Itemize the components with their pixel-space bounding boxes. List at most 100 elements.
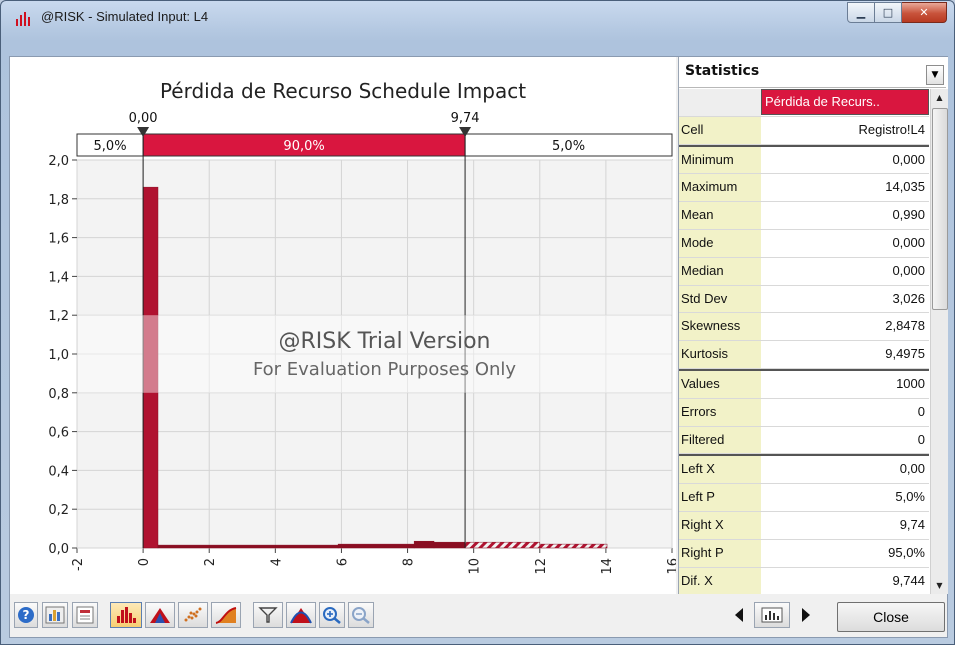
statistics-row[interactable]: Dif. X 9,744	[679, 567, 929, 594]
statistics-row-label: Right P	[679, 539, 761, 567]
statistics-row[interactable]: Minimum 0,000	[679, 144, 929, 175]
statistics-row-label: Dif. X	[679, 567, 761, 594]
left-delimiter-value: 0,00	[129, 111, 158, 126]
filter-button[interactable]	[253, 602, 283, 628]
help-icon: ?	[18, 607, 34, 623]
histogram-button[interactable]	[110, 602, 142, 628]
scroll-up-arrow-icon[interactable]: ▲	[931, 89, 948, 106]
y-tick-label: 1,8	[48, 193, 69, 208]
statistics-row[interactable]: Mode 0,000	[679, 229, 929, 258]
statistics-row-value: 0	[917, 431, 925, 447]
statistics-row-label: Cell	[679, 116, 761, 144]
close-button[interactable]: Close	[837, 602, 945, 632]
title-bar[interactable]: @RISK - Simulated Input: L4 ▁ □ ✕	[1, 1, 954, 35]
statistics-row-value: 0,990	[892, 207, 925, 223]
y-tick-label: 0,0	[48, 542, 69, 557]
statistics-row[interactable]: Right X 9,74	[679, 511, 929, 540]
statistics-row[interactable]: Mean 0,990	[679, 202, 929, 230]
y-tick-label: 0,6	[48, 426, 69, 441]
window-client: Pérdida de Recurso Schedule Impact -2 0 2 4…	[9, 56, 948, 638]
zoom-in-button[interactable]	[319, 602, 345, 628]
statistics-row-value: 9,744	[892, 572, 925, 588]
statistics-row-value: 9,74	[899, 516, 925, 532]
statistics-row[interactable]: Cell Registro!L4	[679, 116, 929, 145]
x-tick-label: 14	[600, 558, 615, 575]
statistics-header[interactable]: Statistics ▼	[679, 57, 946, 88]
y-tick-label: 1,4	[48, 270, 69, 285]
scatter-button[interactable]	[178, 602, 208, 628]
next-input-button[interactable]	[795, 602, 817, 628]
statistics-row-value: 0	[917, 403, 925, 419]
statistics-row[interactable]: Maximum 14,035	[679, 174, 929, 203]
statistics-row-value: 2,8478	[885, 318, 925, 334]
x-tick-label: -2	[71, 558, 86, 571]
density-button[interactable]	[145, 602, 175, 628]
triangle-right-icon	[802, 608, 810, 622]
statistics-row[interactable]: Left P 5,0%	[679, 484, 929, 512]
statistics-row[interactable]: Filtered 0	[679, 426, 929, 455]
cumulative-button[interactable]	[211, 602, 241, 628]
statistics-grid[interactable]: Pérdida de Recurs.. Cell Registro!L4 Minim…	[679, 89, 929, 594]
previous-input-button[interactable]	[728, 602, 750, 628]
watermark-line1: @RISK Trial Version	[278, 329, 490, 354]
maximize-button[interactable]: □	[875, 2, 902, 23]
histogram-bar	[433, 541, 466, 549]
fit-distribution-button[interactable]	[286, 602, 316, 628]
close-window-button[interactable]: ✕	[902, 2, 947, 23]
statistics-scrollbar[interactable]: ▲ ▼	[930, 89, 948, 594]
risk-window: @RISK - Simulated Input: L4 ▁ □ ✕ Pérdid…	[0, 0, 955, 645]
fit-icon	[290, 608, 312, 624]
statistics-row[interactable]: Errors 0	[679, 398, 929, 427]
y-tick-label: 1,2	[48, 309, 69, 324]
statistics-panel: Statistics ▼ Pérdida de Recurs.. Cell Reg…	[678, 57, 948, 594]
zoom-out-button[interactable]	[348, 602, 374, 628]
statistics-column-header[interactable]: Pérdida de Recurs..	[761, 89, 929, 115]
right-probability-label: 5,0%	[552, 139, 585, 154]
statistics-row[interactable]: Right P 95,0%	[679, 539, 929, 568]
browse-inputs-button[interactable]	[754, 602, 790, 628]
x-tick-label: 6	[335, 558, 350, 566]
watermark-band	[78, 315, 671, 393]
statistics-row-label: Values	[679, 370, 761, 398]
reports-button[interactable]	[42, 602, 68, 628]
minimize-button[interactable]: ▁	[847, 2, 875, 23]
triangle-left-icon	[735, 608, 743, 622]
x-tick-label: 2	[203, 558, 218, 566]
chart-panel[interactable]: Pérdida de Recurso Schedule Impact -2 0 2 4…	[10, 57, 676, 594]
statistics-row-label: Median	[679, 257, 761, 285]
histogram-bar	[157, 544, 339, 549]
y-tick-label: 2,0	[48, 154, 69, 169]
statistics-row[interactable]: Skewness 2,8478	[679, 313, 929, 342]
statistics-row[interactable]: Kurtosis 9,4975	[679, 341, 929, 369]
scroll-down-arrow-icon[interactable]: ▼	[931, 577, 948, 594]
statistics-row[interactable]: Median 0,000	[679, 257, 929, 286]
histogram-chart[interactable]: -2 0 2 4 6 8 10 12 14 16 0,0 0,2 0,4 0,6 0,8 1,0 1,2 1,4 1…	[10, 57, 676, 594]
y-tick-label: 0,4	[48, 464, 69, 479]
statistics-row-label: Mean	[679, 202, 761, 229]
maximize-icon: □	[882, 6, 894, 19]
x-tick-label: 0	[137, 558, 152, 566]
statistics-title: Statistics	[685, 63, 760, 79]
scatter-icon	[184, 607, 202, 622]
help-button[interactable]: ?	[14, 602, 38, 628]
copy-button[interactable]	[72, 602, 98, 628]
reports-icon	[45, 606, 65, 624]
statistics-row-value: 0,000	[892, 151, 925, 167]
statistics-row-value: 14,035	[885, 179, 925, 195]
statistics-row-value: 0,000	[892, 262, 925, 278]
statistics-row[interactable]: Std Dev 3,026	[679, 285, 929, 314]
density-icon	[150, 608, 170, 623]
scroll-thumb[interactable]	[932, 108, 948, 310]
x-tick-label: 4	[269, 558, 284, 566]
x-tick-label: 8	[402, 558, 417, 566]
statistics-row-value: 9,4975	[885, 346, 925, 362]
watermark-line2: For Evaluation Purposes Only	[253, 359, 516, 380]
statistics-dropdown-arrow-icon[interactable]: ▼	[926, 65, 944, 85]
statistics-row[interactable]: Left X 0,00	[679, 454, 929, 485]
copy-icon	[76, 606, 94, 624]
filter-icon	[258, 607, 278, 623]
statistics-row-value: 0,000	[892, 234, 925, 250]
histogram-bar	[337, 543, 415, 549]
close-icon: ✕	[919, 6, 929, 19]
statistics-row[interactable]: Values 1000	[679, 368, 929, 399]
